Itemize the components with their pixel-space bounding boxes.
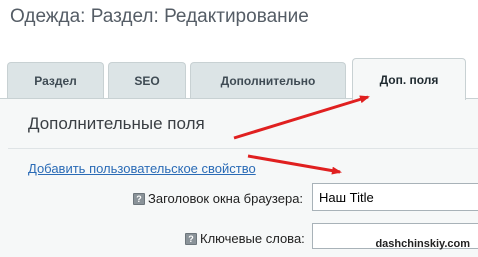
tab-additional[interactable]: Дополнительно [190,62,346,99]
tab-extra-fields[interactable]: Доп. поля [352,58,466,100]
browser-title-input[interactable]: Наш Title [312,183,478,211]
section-heading: Дополнительные поля [28,114,205,133]
add-custom-property-link[interactable]: Добавить пользовательское свойство [28,161,256,176]
page-title: Одежда: Раздел: Редактирование [10,6,309,27]
tab-seo[interactable]: SEO [108,62,186,99]
tab-section[interactable]: Раздел [7,62,104,99]
divider [8,148,478,149]
question-icon[interactable]: ? [133,193,145,205]
browser-title-label: Заголовок окна браузера: [148,191,304,206]
watermark: dashchinskiy.com [375,238,470,250]
question-icon[interactable]: ? [185,233,197,245]
keywords-label: Ключевые слова: [200,231,305,246]
tab-panel: Дополнительные поля Добавить пользовател… [0,98,478,257]
tab-bar: Раздел SEO Дополнительно Доп. поля [0,57,478,100]
